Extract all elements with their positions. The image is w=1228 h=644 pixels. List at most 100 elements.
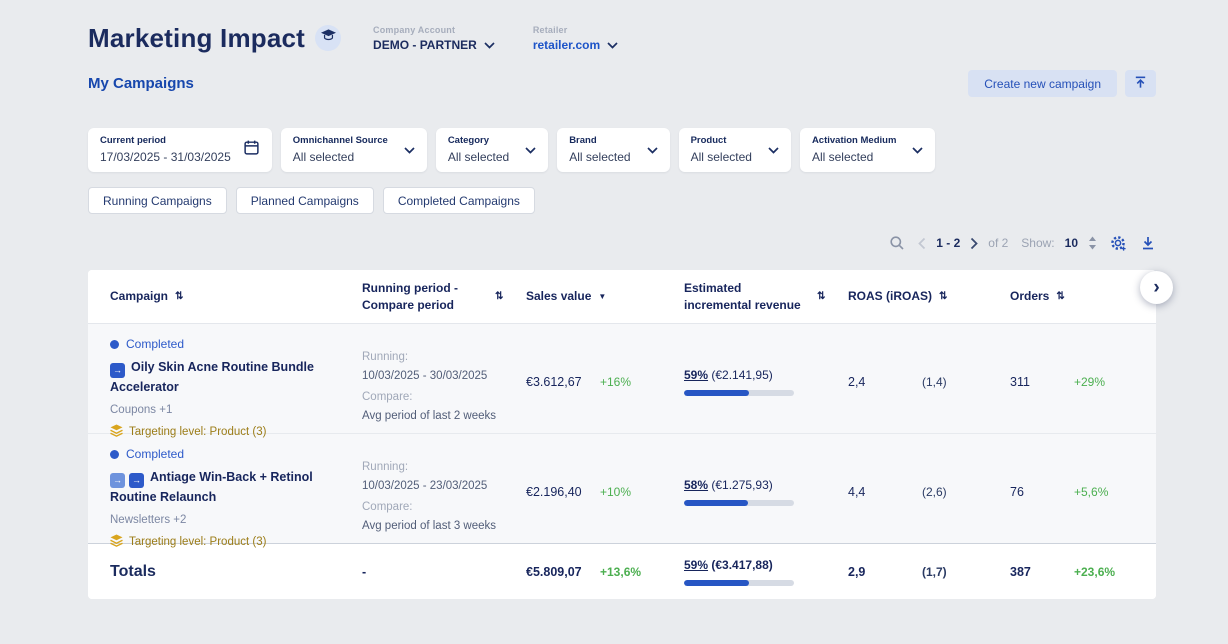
orders-delta: +29% <box>1074 375 1105 389</box>
running-period: 10/03/2025 - 30/03/2025 <box>362 369 526 384</box>
filter-value: All selected <box>812 150 896 164</box>
page-content: Marketing Impact Company Account DEMO - … <box>88 0 1156 599</box>
incremental-value: (€3.417,88) <box>711 558 772 572</box>
incremental-percent[interactable]: 59% <box>684 368 708 382</box>
campaign-medium: Coupons +1 <box>110 404 336 416</box>
page-range: 1 - 2 <box>936 236 960 250</box>
orders-value: 387 <box>1010 565 1074 579</box>
filter-value: All selected <box>569 150 630 164</box>
filter-label: Product <box>691 135 752 146</box>
chevron-down-icon <box>768 141 779 159</box>
orders-value: 76 <box>1010 485 1074 499</box>
filter-value: All selected <box>691 150 752 164</box>
chevron-right-icon: › <box>1153 277 1159 299</box>
orders-delta: +23,6% <box>1074 565 1115 579</box>
campaign-name[interactable]: →→Antiage Win-Back + Retinol Routine Rel… <box>110 468 336 506</box>
create-new-campaign-button[interactable]: Create new campaign <box>968 70 1117 97</box>
campaign-medium: Newsletters +2 <box>110 514 336 526</box>
sort-icon: ⇅ <box>939 291 947 302</box>
calendar-icon <box>243 139 260 161</box>
campaigns-table: Campaign ⇅ Running period - Compare peri… <box>88 270 1156 599</box>
campaign-name[interactable]: →Oily Skin Acne Routine Bundle Accelerat… <box>110 358 336 396</box>
tab-completed-campaigns[interactable]: Completed Campaigns <box>383 187 535 214</box>
company-account-label: Company Account <box>373 25 495 35</box>
iroas-value: (1,4) <box>922 375 947 389</box>
page-previous-icon[interactable] <box>918 237 926 250</box>
sales-cell: €3.612,67 +16% <box>526 375 684 389</box>
tab-running-campaigns[interactable]: Running Campaigns <box>88 187 227 214</box>
page-next-icon[interactable] <box>970 237 978 250</box>
period-cell: Running: 10/03/2025 - 23/03/2025 Compare… <box>362 434 526 540</box>
show-page-size[interactable]: 10 <box>1065 236 1078 250</box>
download-icon[interactable] <box>1140 235 1156 251</box>
column-header-orders[interactable]: Orders ⇅ <box>1010 288 1156 304</box>
table-row: Completed →Oily Skin Acne Routine Bundle… <box>88 324 1156 434</box>
campaign-cell: Completed →Oily Skin Acne Routine Bundle… <box>110 324 362 440</box>
sales-delta: +10% <box>600 485 631 499</box>
filter-current-period[interactable]: Current period 17/03/2025 - 31/03/2025 <box>88 128 272 172</box>
filter-label: Brand <box>569 135 630 146</box>
status-badge: Completed <box>110 337 336 351</box>
roas-value: 2,9 <box>848 565 922 579</box>
column-header-roas[interactable]: ROAS (iROAS) ⇅ <box>848 288 1010 304</box>
section-header: My Campaigns Create new campaign <box>88 70 1156 97</box>
incremental-percent[interactable]: 58% <box>684 478 708 492</box>
academy-badge[interactable] <box>315 25 341 51</box>
column-settings-gear-icon[interactable] <box>1110 235 1127 252</box>
iroas-value: (2,6) <box>922 485 947 499</box>
campaign-type-icon: → <box>110 473 125 488</box>
retailer-selector[interactable]: Retailer retailer.com <box>533 25 618 52</box>
compare-period: Avg period of last 3 weeks <box>362 519 526 534</box>
status-dot-icon <box>110 340 119 349</box>
sales-value: €5.809,07 <box>526 565 600 579</box>
sales-value: €3.612,67 <box>526 375 600 389</box>
sales-delta: +16% <box>600 375 631 389</box>
campaign-cell: Completed →→Antiage Win-Back + Retinol R… <box>110 434 362 550</box>
column-header-campaign[interactable]: Campaign ⇅ <box>110 288 362 304</box>
roas-cell: 4,4 (2,6) <box>848 485 1010 499</box>
incremental-progress-bar <box>684 390 794 396</box>
filter-bar: Current period 17/03/2025 - 31/03/2025 O… <box>88 128 1156 172</box>
incremental-value: (€2.141,95) <box>711 368 772 382</box>
filter-product[interactable]: Product All selected <box>679 128 791 172</box>
status-dot-icon <box>110 450 119 459</box>
totals-incremental-cell: 59% (€3.417,88) <box>684 558 848 586</box>
chevron-down-icon <box>607 38 618 52</box>
campaign-type-icon: → <box>110 363 125 378</box>
orders-value: 311 <box>1010 375 1074 389</box>
sales-value: €2.196,40 <box>526 485 600 499</box>
top-bar: Marketing Impact Company Account DEMO - … <box>88 22 1156 54</box>
totals-row: Totals - €5.809,07 +13,6% 59% (€3.417,88… <box>88 543 1156 599</box>
sort-desc-icon: ▼ <box>598 292 606 301</box>
orders-cell: 76 +5,6% <box>1010 485 1156 499</box>
search-icon[interactable] <box>889 235 905 251</box>
sort-icon: ⇅ <box>1056 291 1064 302</box>
tab-planned-campaigns[interactable]: Planned Campaigns <box>236 187 374 214</box>
filter-category[interactable]: Category All selected <box>436 128 548 172</box>
chevron-down-icon <box>404 141 415 159</box>
column-header-running-period[interactable]: Running period - Compare period ⇅ <box>362 280 526 312</box>
running-period: 10/03/2025 - 23/03/2025 <box>362 479 526 494</box>
page-size-stepper-icon[interactable] <box>1088 236 1097 250</box>
table-scroll-right-button[interactable]: › <box>1140 271 1173 304</box>
filter-brand[interactable]: Brand All selected <box>557 128 669 172</box>
filter-activation-medium[interactable]: Activation Medium All selected <box>800 128 935 172</box>
graduation-cap-icon <box>321 29 336 47</box>
scroll-to-top-button[interactable] <box>1125 70 1156 97</box>
company-account-selector[interactable]: Company Account DEMO - PARTNER <box>373 25 495 52</box>
page-title: Marketing Impact <box>88 23 305 54</box>
filter-label: Activation Medium <box>812 135 896 146</box>
layers-icon <box>110 534 123 550</box>
roas-cell: 2,4 (1,4) <box>848 375 1010 389</box>
column-header-sales-value[interactable]: Sales value ▼ <box>526 288 684 304</box>
campaign-type-icon: → <box>129 473 144 488</box>
retailer-value: retailer.com <box>533 38 600 52</box>
targeting-level: Targeting level: Product (3) <box>110 534 336 550</box>
incremental-value: (€1.275,93) <box>711 478 772 492</box>
filter-omnichannel-source[interactable]: Omnichannel Source All selected <box>281 128 427 172</box>
orders-cell: 311 +29% <box>1010 375 1156 389</box>
sort-icon: ⇅ <box>175 291 183 302</box>
retailer-label: Retailer <box>533 25 618 35</box>
incremental-percent[interactable]: 59% <box>684 558 708 572</box>
column-header-incremental-revenue[interactable]: Estimated incremental revenue ⇅ <box>684 280 848 312</box>
